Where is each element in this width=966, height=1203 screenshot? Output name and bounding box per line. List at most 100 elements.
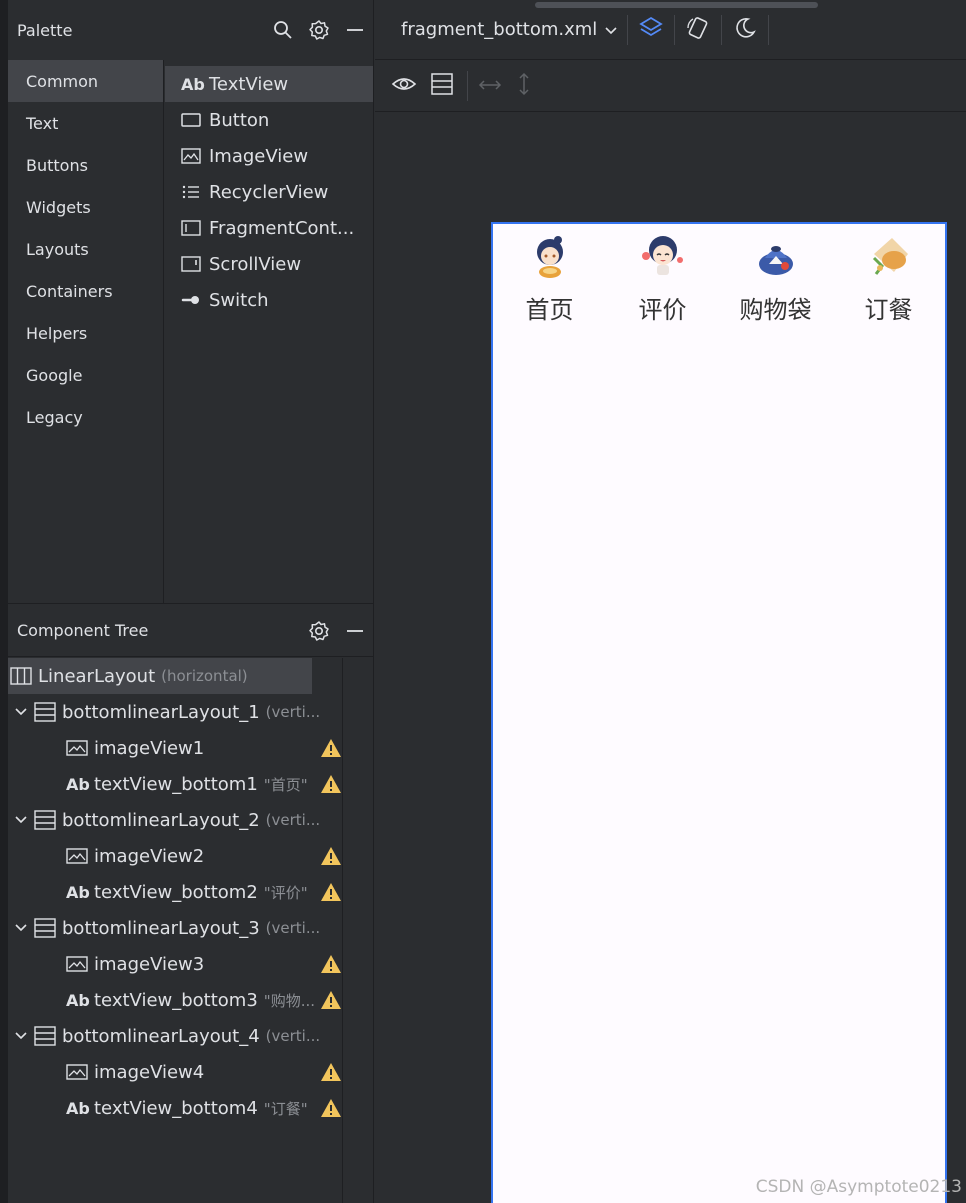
component-tree: LinearLayout (horizontal) bottomlinearLay… (8, 658, 342, 1126)
warning-icon[interactable] (320, 990, 342, 1015)
tree-node-textview[interactable]: Ab textView_bottom3 "购物... (8, 982, 342, 1018)
vertical-layout-icon[interactable] (431, 72, 453, 99)
tab-shopping-bag[interactable]: 购物袋 (719, 230, 832, 325)
tree-node-root[interactable]: LinearLayout (horizontal) (8, 658, 312, 694)
warning-icon[interactable] (320, 738, 342, 763)
tree-node-label: textView_bottom2 (94, 881, 258, 903)
category-buttons[interactable]: Buttons (8, 144, 163, 186)
category-google[interactable]: Google (8, 354, 163, 396)
text-ab-icon: Ab (66, 882, 90, 902)
toolbar-separator (721, 14, 723, 45)
tree-node-imageview[interactable]: imageView1 (8, 730, 342, 766)
chevron-down-icon[interactable] (8, 1032, 34, 1040)
tree-node-imageview[interactable]: imageView2 (8, 838, 342, 874)
image-icon (66, 1064, 94, 1080)
tree-node-orientation: (verti... (265, 811, 321, 829)
tree-node-textview[interactable]: Ab textView_bottom1 "首页" (8, 766, 342, 802)
category-text[interactable]: Text (8, 102, 163, 144)
image-icon (181, 148, 209, 164)
file-selector[interactable]: fragment_bottom.xml (401, 19, 597, 40)
night-mode-icon[interactable] (732, 15, 758, 45)
tab-order-food[interactable]: 订餐 (832, 230, 945, 325)
category-containers[interactable]: Containers (8, 270, 163, 312)
tree-node-orientation: (verti... (265, 703, 321, 721)
layers-icon[interactable] (638, 15, 664, 45)
vertical-layout-icon (34, 918, 62, 938)
component-tree-title: Component Tree (17, 621, 149, 640)
eye-icon[interactable] (391, 74, 417, 98)
palette-header: Palette (8, 0, 373, 60)
tree-node-label: bottomlinearLayout_4 (62, 1025, 260, 1047)
tree-node-textview[interactable]: Ab textView_bottom2 "评价" (8, 874, 342, 910)
warning-icon[interactable] (320, 1062, 342, 1087)
image-icon (66, 956, 94, 972)
tree-node-layout[interactable]: bottomlinearLayout_3 (verti... (8, 910, 342, 946)
tree-node-textview[interactable]: Ab textView_bottom4 "订餐" (8, 1090, 342, 1126)
tab-home[interactable]: 首页 (493, 230, 606, 325)
fragment-icon (181, 220, 209, 236)
android-studio-layout-editor: Palette Common Text Buttons Widgets Layo… (0, 0, 966, 1203)
horizontal-layout-icon (10, 667, 38, 685)
chevron-down-icon[interactable] (605, 20, 617, 39)
gear-icon[interactable] (301, 12, 337, 48)
view-options-toolbar (375, 60, 966, 112)
widget-fragmentcontainer[interactable]: FragmentCont... (165, 210, 373, 246)
food-icon (862, 230, 916, 284)
image-icon (66, 848, 94, 864)
search-icon[interactable] (265, 12, 301, 48)
toolbar-separator (674, 14, 676, 45)
category-legacy[interactable]: Legacy (8, 396, 163, 438)
vertical-layout-icon (34, 1026, 62, 1046)
tree-node-imageview[interactable]: imageView3 (8, 946, 342, 982)
tree-node-imageview[interactable]: imageView4 (8, 1054, 342, 1090)
editor-toolbar: fragment_bottom.xml (375, 0, 966, 60)
widget-scrollview[interactable]: ScrollView (165, 246, 373, 282)
horizontal-scrollbar[interactable] (535, 2, 818, 8)
warning-icon[interactable] (320, 1098, 342, 1123)
vertical-layout-icon (34, 810, 62, 830)
tree-divider (342, 658, 343, 1203)
tree-node-text-value: "评价" (263, 883, 308, 902)
warning-icon[interactable] (320, 954, 342, 979)
minimize-icon[interactable] (337, 12, 373, 48)
tree-node-orientation: (verti... (265, 919, 321, 937)
widget-recyclerview[interactable]: RecyclerView (165, 174, 373, 210)
tree-node-label: textView_bottom3 (94, 989, 258, 1011)
warning-icon[interactable] (320, 774, 342, 799)
left-panel: Palette Common Text Buttons Widgets Layo… (8, 0, 374, 1203)
device-preview[interactable]: 首页 评价 购物袋 订餐 (491, 222, 947, 1203)
widget-textview[interactable]: Ab TextView (165, 66, 373, 102)
warning-icon[interactable] (320, 846, 342, 871)
category-common[interactable]: Common (8, 60, 163, 102)
tree-node-label: imageView3 (94, 953, 205, 975)
widget-button[interactable]: Button (165, 102, 373, 138)
tree-node-label: bottomlinearLayout_3 (62, 917, 260, 939)
toolbar-separator (627, 14, 629, 45)
warning-icon[interactable] (320, 882, 342, 907)
minimize-icon[interactable] (337, 613, 373, 649)
chevron-down-icon[interactable] (8, 816, 34, 824)
toolbar-separator (768, 14, 770, 45)
category-widgets[interactable]: Widgets (8, 186, 163, 228)
category-layouts[interactable]: Layouts (8, 228, 163, 270)
tree-node-label: bottomlinearLayout_2 (62, 809, 260, 831)
chevron-down-icon[interactable] (8, 708, 34, 716)
vertical-layout-icon (34, 702, 62, 722)
switch-icon (181, 292, 209, 308)
tree-node-layout[interactable]: bottomlinearLayout_2 (verti... (8, 802, 342, 838)
widget-switch[interactable]: Switch (165, 282, 373, 318)
category-helpers[interactable]: Helpers (8, 312, 163, 354)
toolbar-separator (467, 70, 468, 101)
tree-node-layout[interactable]: bottomlinearLayout_4 (verti... (8, 1018, 342, 1054)
rotate-icon[interactable] (685, 15, 711, 45)
tree-node-label: imageView1 (94, 737, 205, 759)
chevron-down-icon[interactable] (8, 924, 34, 932)
tree-node-label: imageView4 (94, 1061, 205, 1083)
palette-widgets: Ab TextView Button ImageView RecyclerVie… (165, 66, 373, 318)
widget-imageview[interactable]: ImageView (165, 138, 373, 174)
tree-node-layout[interactable]: bottomlinearLayout_1 (verti... (8, 694, 342, 730)
tab-review[interactable]: 评价 (606, 230, 719, 325)
gear-icon[interactable] (301, 613, 337, 649)
design-canvas[interactable]: 首页 评价 购物袋 订餐 (375, 113, 966, 1203)
tree-node-label: imageView2 (94, 845, 205, 867)
